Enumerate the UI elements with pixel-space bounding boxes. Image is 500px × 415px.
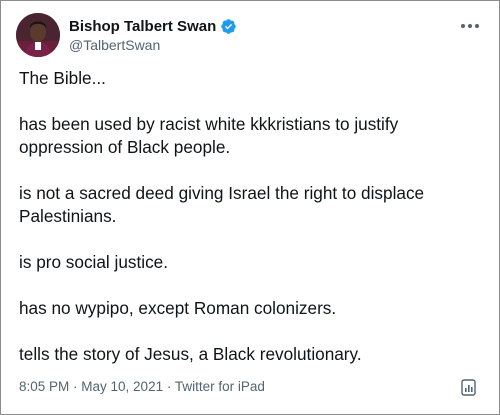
- author-handle[interactable]: @TalbertSwan: [69, 37, 237, 53]
- tweet-header: Bishop Talbert Swan @TalbertSwan: [16, 13, 237, 57]
- tweet-paragraph: tells the story of Jesus, a Black revolu…: [19, 344, 362, 364]
- tweet-analytics-icon[interactable]: [461, 379, 477, 397]
- tweet-paragraph: has been used by racist white kkkristian…: [19, 114, 399, 157]
- tweet-paragraph: is not a sacred deed giving Israel the r…: [19, 183, 425, 226]
- display-name-row: Bishop Talbert Swan: [69, 16, 237, 36]
- meta-separator: ·: [163, 379, 175, 394]
- tweet-paragraph: The Bible...: [19, 68, 106, 88]
- meta-separator: ·: [69, 379, 82, 394]
- tweet-date[interactable]: May 10, 2021: [81, 379, 163, 394]
- tweet-time[interactable]: 8:05 PM: [19, 379, 69, 394]
- avatar[interactable]: [16, 13, 60, 57]
- author-names: Bishop Talbert Swan @TalbertSwan: [69, 16, 237, 53]
- verified-badge-icon: [220, 18, 237, 35]
- author-display-name[interactable]: Bishop Talbert Swan: [69, 18, 216, 35]
- tweet-paragraph: has no wypipo, except Roman colonizers.: [19, 298, 337, 318]
- tweet-paragraph: is pro social justice.: [19, 252, 169, 272]
- tweet-source[interactable]: Twitter for iPad: [175, 379, 265, 394]
- more-options-icon[interactable]: [459, 17, 481, 35]
- tweet-text: The Bible... has been used by racist whi…: [19, 67, 481, 366]
- tweet-metadata: 8:05 PM · May 10, 2021 · Twitter for iPa…: [19, 379, 265, 394]
- tweet-card: Bishop Talbert Swan @TalbertSwan The Bib…: [0, 0, 500, 415]
